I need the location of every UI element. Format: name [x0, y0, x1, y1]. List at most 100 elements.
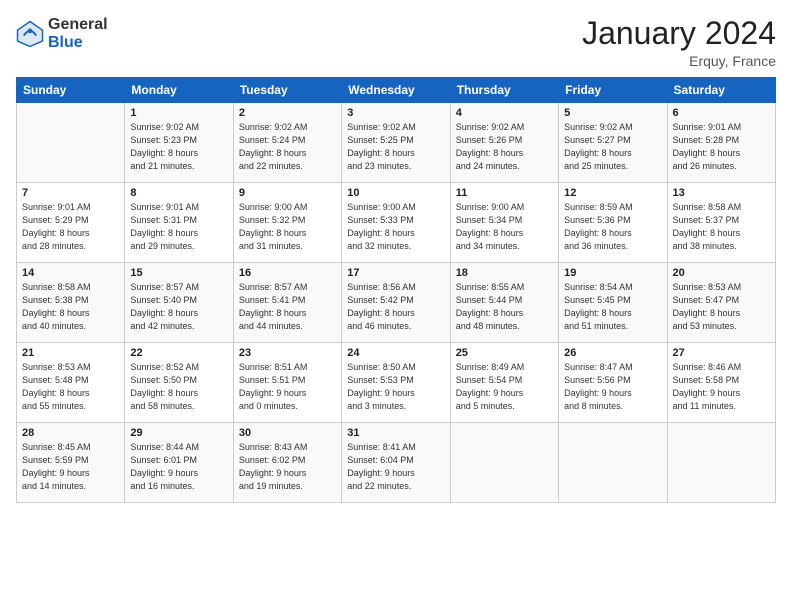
calendar-table: Sunday Monday Tuesday Wednesday Thursday… — [16, 77, 776, 503]
day-cell: 11 Sunrise: 9:00 AM Sunset: 5:34 PM Dayli… — [450, 183, 558, 263]
day-info: Sunrise: 8:50 AM Sunset: 5:53 PM Dayligh… — [347, 361, 444, 413]
day-cell: 5 Sunrise: 9:02 AM Sunset: 5:27 PM Daylig… — [559, 103, 667, 183]
title-block: January 2024 Erquy, France — [582, 16, 776, 69]
day-info: Sunrise: 8:49 AM Sunset: 5:54 PM Dayligh… — [456, 361, 553, 413]
day-number: 12 — [564, 187, 661, 199]
day-number: 25 — [456, 347, 553, 359]
day-number: 10 — [347, 187, 444, 199]
logo-text: General Blue — [48, 16, 108, 51]
day-number: 3 — [347, 107, 444, 119]
day-cell — [559, 423, 667, 503]
day-cell: 18Sunrise: 8:55 AM Sunset: 5:44 PM Dayli… — [450, 263, 558, 343]
day-number: 30 — [239, 427, 336, 439]
day-cell — [667, 423, 775, 503]
col-friday: Friday — [559, 78, 667, 103]
day-cell: 7 Sunrise: 9:01 AM Sunset: 5:29 PM Daylig… — [17, 183, 125, 263]
day-number: 28 — [22, 427, 119, 439]
day-number: 15 — [130, 267, 227, 279]
day-cell: 16 Sunrise: 8:57 AM Sunset: 5:41 PM Dayli… — [233, 263, 341, 343]
day-number: 16 — [239, 267, 336, 279]
day-info: Sunrise: 8:57 AM Sunset: 5:41 PM Dayligh… — [239, 281, 336, 333]
week-row-3: 14Sunrise: 8:58 AM Sunset: 5:38 PM Dayli… — [17, 263, 776, 343]
day-cell: 3 Sunrise: 9:02 AM Sunset: 5:25 PM Daylig… — [342, 103, 450, 183]
day-info: Sunrise: 8:56 AM Sunset: 5:42 PM Dayligh… — [347, 281, 444, 333]
header-row: Sunday Monday Tuesday Wednesday Thursday… — [17, 78, 776, 103]
col-monday: Monday — [125, 78, 233, 103]
day-info: Sunrise: 8:47 AM Sunset: 5:56 PM Dayligh… — [564, 361, 661, 413]
day-info: Sunrise: 9:01 AM Sunset: 5:28 PM Dayligh… — [673, 121, 770, 173]
month-title: January 2024 — [582, 16, 776, 51]
day-info: Sunrise: 9:00 AM Sunset: 5:33 PM Dayligh… — [347, 201, 444, 253]
day-info: Sunrise: 9:02 AM Sunset: 5:26 PM Dayligh… — [456, 121, 553, 173]
day-number: 21 — [22, 347, 119, 359]
day-number: 22 — [130, 347, 227, 359]
logo-general-text: General — [48, 16, 108, 33]
day-info: Sunrise: 9:02 AM Sunset: 5:27 PM Dayligh… — [564, 121, 661, 173]
day-cell: 31 Sunrise: 8:41 AM Sunset: 6:04 PM Dayli… — [342, 423, 450, 503]
day-info: Sunrise: 8:53 AM Sunset: 5:47 PM Dayligh… — [673, 281, 770, 333]
day-cell: 15 Sunrise: 8:57 AM Sunset: 5:40 PM Dayli… — [125, 263, 233, 343]
day-number: 7 — [22, 187, 119, 199]
day-cell: 30Sunrise: 8:43 AM Sunset: 6:02 PM Dayli… — [233, 423, 341, 503]
week-row-5: 28 Sunrise: 8:45 AM Sunset: 5:59 PM Dayli… — [17, 423, 776, 503]
calendar-body: 1 Sunrise: 9:02 AM Sunset: 5:23 PM Daylig… — [17, 103, 776, 503]
day-cell: 28 Sunrise: 8:45 AM Sunset: 5:59 PM Dayli… — [17, 423, 125, 503]
day-info: Sunrise: 9:02 AM Sunset: 5:24 PM Dayligh… — [239, 121, 336, 173]
day-number: 4 — [456, 107, 553, 119]
day-cell: 24 Sunrise: 8:50 AM Sunset: 5:53 PM Dayli… — [342, 343, 450, 423]
day-number: 2 — [239, 107, 336, 119]
day-number: 26 — [564, 347, 661, 359]
day-cell: 8Sunrise: 9:01 AM Sunset: 5:31 PM Daylig… — [125, 183, 233, 263]
day-info: Sunrise: 8:57 AM Sunset: 5:40 PM Dayligh… — [130, 281, 227, 333]
logo-blue-text: Blue — [48, 34, 83, 51]
day-number: 9 — [239, 187, 336, 199]
day-info: Sunrise: 8:51 AM Sunset: 5:51 PM Dayligh… — [239, 361, 336, 413]
col-thursday: Thursday — [450, 78, 558, 103]
day-number: 5 — [564, 107, 661, 119]
day-info: Sunrise: 9:00 AM Sunset: 5:32 PM Dayligh… — [239, 201, 336, 253]
day-cell — [450, 423, 558, 503]
day-number: 24 — [347, 347, 444, 359]
col-tuesday: Tuesday — [233, 78, 341, 103]
day-info: Sunrise: 8:45 AM Sunset: 5:59 PM Dayligh… — [22, 441, 119, 493]
day-cell: 17 Sunrise: 8:56 AM Sunset: 5:42 PM Dayli… — [342, 263, 450, 343]
day-number: 14 — [22, 267, 119, 279]
day-cell: 13Sunrise: 8:58 AM Sunset: 5:37 PM Dayli… — [667, 183, 775, 263]
day-info: Sunrise: 9:02 AM Sunset: 5:23 PM Dayligh… — [130, 121, 227, 173]
day-info: Sunrise: 9:02 AM Sunset: 5:25 PM Dayligh… — [347, 121, 444, 173]
day-cell: 4 Sunrise: 9:02 AM Sunset: 5:26 PM Daylig… — [450, 103, 558, 183]
day-cell: 2 Sunrise: 9:02 AM Sunset: 5:24 PM Daylig… — [233, 103, 341, 183]
day-cell: 26 Sunrise: 8:47 AM Sunset: 5:56 PM Dayli… — [559, 343, 667, 423]
day-cell: 22 Sunrise: 8:52 AM Sunset: 5:50 PM Dayli… — [125, 343, 233, 423]
col-saturday: Saturday — [667, 78, 775, 103]
day-number: 23 — [239, 347, 336, 359]
day-info: Sunrise: 8:59 AM Sunset: 5:36 PM Dayligh… — [564, 201, 661, 253]
day-info: Sunrise: 9:00 AM Sunset: 5:34 PM Dayligh… — [456, 201, 553, 253]
day-info: Sunrise: 8:41 AM Sunset: 6:04 PM Dayligh… — [347, 441, 444, 493]
day-number: 1 — [130, 107, 227, 119]
day-info: Sunrise: 8:53 AM Sunset: 5:48 PM Dayligh… — [22, 361, 119, 413]
day-cell: 21 Sunrise: 8:53 AM Sunset: 5:48 PM Dayli… — [17, 343, 125, 423]
day-cell: 19Sunrise: 8:54 AM Sunset: 5:45 PM Dayli… — [559, 263, 667, 343]
day-number: 11 — [456, 187, 553, 199]
week-row-1: 1 Sunrise: 9:02 AM Sunset: 5:23 PM Daylig… — [17, 103, 776, 183]
day-number: 17 — [347, 267, 444, 279]
calendar-page: General Blue January 2024 Erquy, France … — [0, 0, 792, 612]
day-number: 19 — [564, 267, 661, 279]
week-row-4: 21 Sunrise: 8:53 AM Sunset: 5:48 PM Dayli… — [17, 343, 776, 423]
day-info: Sunrise: 9:01 AM Sunset: 5:29 PM Dayligh… — [22, 201, 119, 253]
logo-icon — [16, 20, 44, 48]
day-cell — [17, 103, 125, 183]
day-info: Sunrise: 8:46 AM Sunset: 5:58 PM Dayligh… — [673, 361, 770, 413]
day-cell: 6Sunrise: 9:01 AM Sunset: 5:28 PM Daylig… — [667, 103, 775, 183]
day-cell: 9 Sunrise: 9:00 AM Sunset: 5:32 PM Daylig… — [233, 183, 341, 263]
day-cell: 20Sunrise: 8:53 AM Sunset: 5:47 PM Dayli… — [667, 263, 775, 343]
day-info: Sunrise: 8:44 AM Sunset: 6:01 PM Dayligh… — [130, 441, 227, 493]
day-number: 31 — [347, 427, 444, 439]
logo: General Blue — [16, 16, 108, 51]
day-number: 13 — [673, 187, 770, 199]
day-number: 29 — [130, 427, 227, 439]
day-cell: 12 Sunrise: 8:59 AM Sunset: 5:36 PM Dayli… — [559, 183, 667, 263]
day-info: Sunrise: 8:52 AM Sunset: 5:50 PM Dayligh… — [130, 361, 227, 413]
day-cell: 27Sunrise: 8:46 AM Sunset: 5:58 PM Dayli… — [667, 343, 775, 423]
